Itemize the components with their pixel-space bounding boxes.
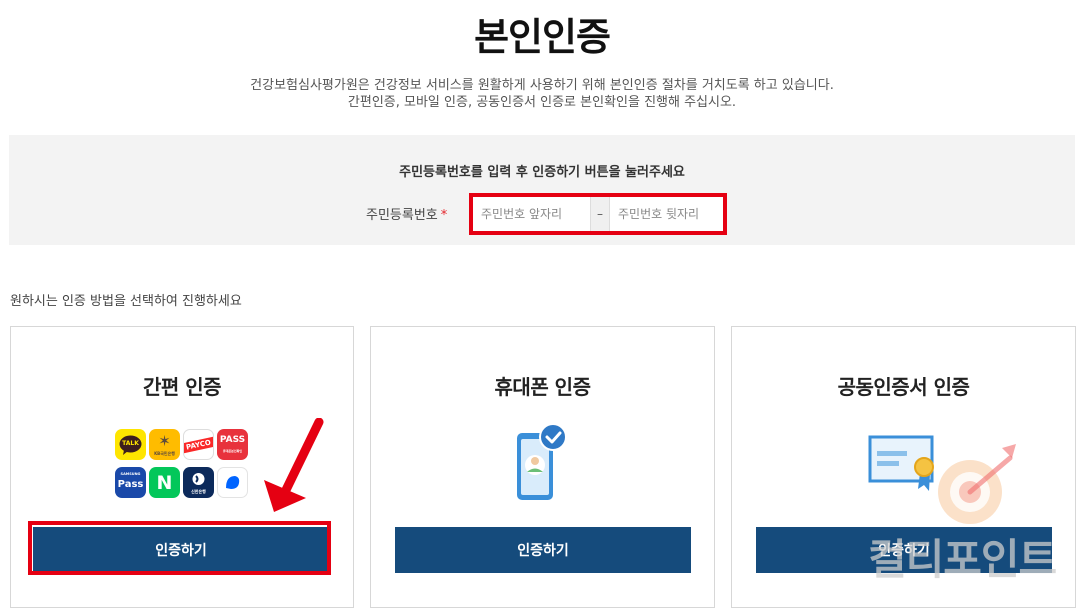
simple-auth-app-icons: TALK ✶ KB국민은행 PAYCO PASS 휴대폰본인확인 SAMSUNG… <box>115 429 251 501</box>
resident-number-fields: – <box>469 193 727 235</box>
method-guide-text: 원하시는 인증 방법을 선택하여 진행하세요 <box>10 294 242 309</box>
description-line-1: 건강보험심사평가원은 건강정보 서비스를 원활하게 사용하기 위해 본인인증 절… <box>250 78 834 93</box>
mobile-auth-title: 휴대폰 인증 <box>494 375 591 399</box>
annotation-arrow-icon <box>264 418 324 512</box>
resident-number-separator: – <box>591 197 609 231</box>
resident-number-label-text: 주민등록번호 <box>366 208 438 223</box>
required-mark: * <box>440 208 448 223</box>
toss-logo-icon <box>226 476 240 489</box>
samsung-pass-icon: SAMSUNG Pass <box>115 467 146 498</box>
resident-number-back-input[interactable] <box>609 197 723 231</box>
shinhan-label: 신한은행 <box>191 489 206 494</box>
description-line-2: 간편인증, 모바일 인증, 공동인증서 인증로 본인확인을 진행해 주십시오. <box>347 95 737 110</box>
mobile-auth-card: 휴대폰 인증 인증하기 <box>370 326 715 608</box>
target-logo-icon <box>938 444 1016 524</box>
resident-number-label: 주민등록번호 * <box>366 204 447 223</box>
kb-bank-icon: ✶ KB국민은행 <box>149 429 180 460</box>
watermark-text: 컬티포인트 <box>868 535 1057 584</box>
resident-number-front-input[interactable] <box>473 197 591 231</box>
mobile-phone-check-icon <box>517 423 567 500</box>
shinhan-bank-icon: 신한은행 <box>183 467 214 498</box>
resident-number-instruction: 주민등록번호를 입력 후 인증하기 버튼을 눌러주세요 <box>399 165 685 180</box>
pass-red-icon: PASS 휴대폰본인확인 <box>217 429 248 460</box>
simple-auth-title: 간편 인증 <box>142 375 222 399</box>
pass-red-label: PASS <box>219 435 246 445</box>
samsung-pass-label: Pass <box>117 479 144 490</box>
payco-icon: PAYCO <box>183 429 214 460</box>
mobile-auth-button[interactable]: 인증하기 <box>395 527 691 573</box>
samsung-label: SAMSUNG <box>120 472 141 476</box>
page-description: 건강보험심사평가원은 건강정보 서비스를 원활하게 사용하기 위해 본인인증 절… <box>0 77 1084 111</box>
naver-label: N <box>156 472 173 494</box>
page-title: 본인인증 <box>474 15 611 59</box>
naver-icon: N <box>149 467 180 498</box>
resident-number-panel: 주민등록번호를 입력 후 인증하기 버튼을 눌러주세요 주민등록번호* – <box>9 135 1075 245</box>
toss-icon <box>217 467 248 498</box>
kb-bank-label: KB국민은행 <box>154 451 175 456</box>
certificate-auth-title: 공동인증서 인증 <box>837 375 970 399</box>
pass-red-sublabel: 휴대폰본인확인 <box>222 449 243 453</box>
simple-auth-button[interactable]: 인증하기 <box>33 527 329 573</box>
payco-label: PAYCO <box>184 436 213 454</box>
kakaotalk-label: TALK <box>122 440 139 447</box>
kb-star-icon: ✶ <box>158 432 171 450</box>
kakaotalk-icon: TALK <box>115 429 146 460</box>
